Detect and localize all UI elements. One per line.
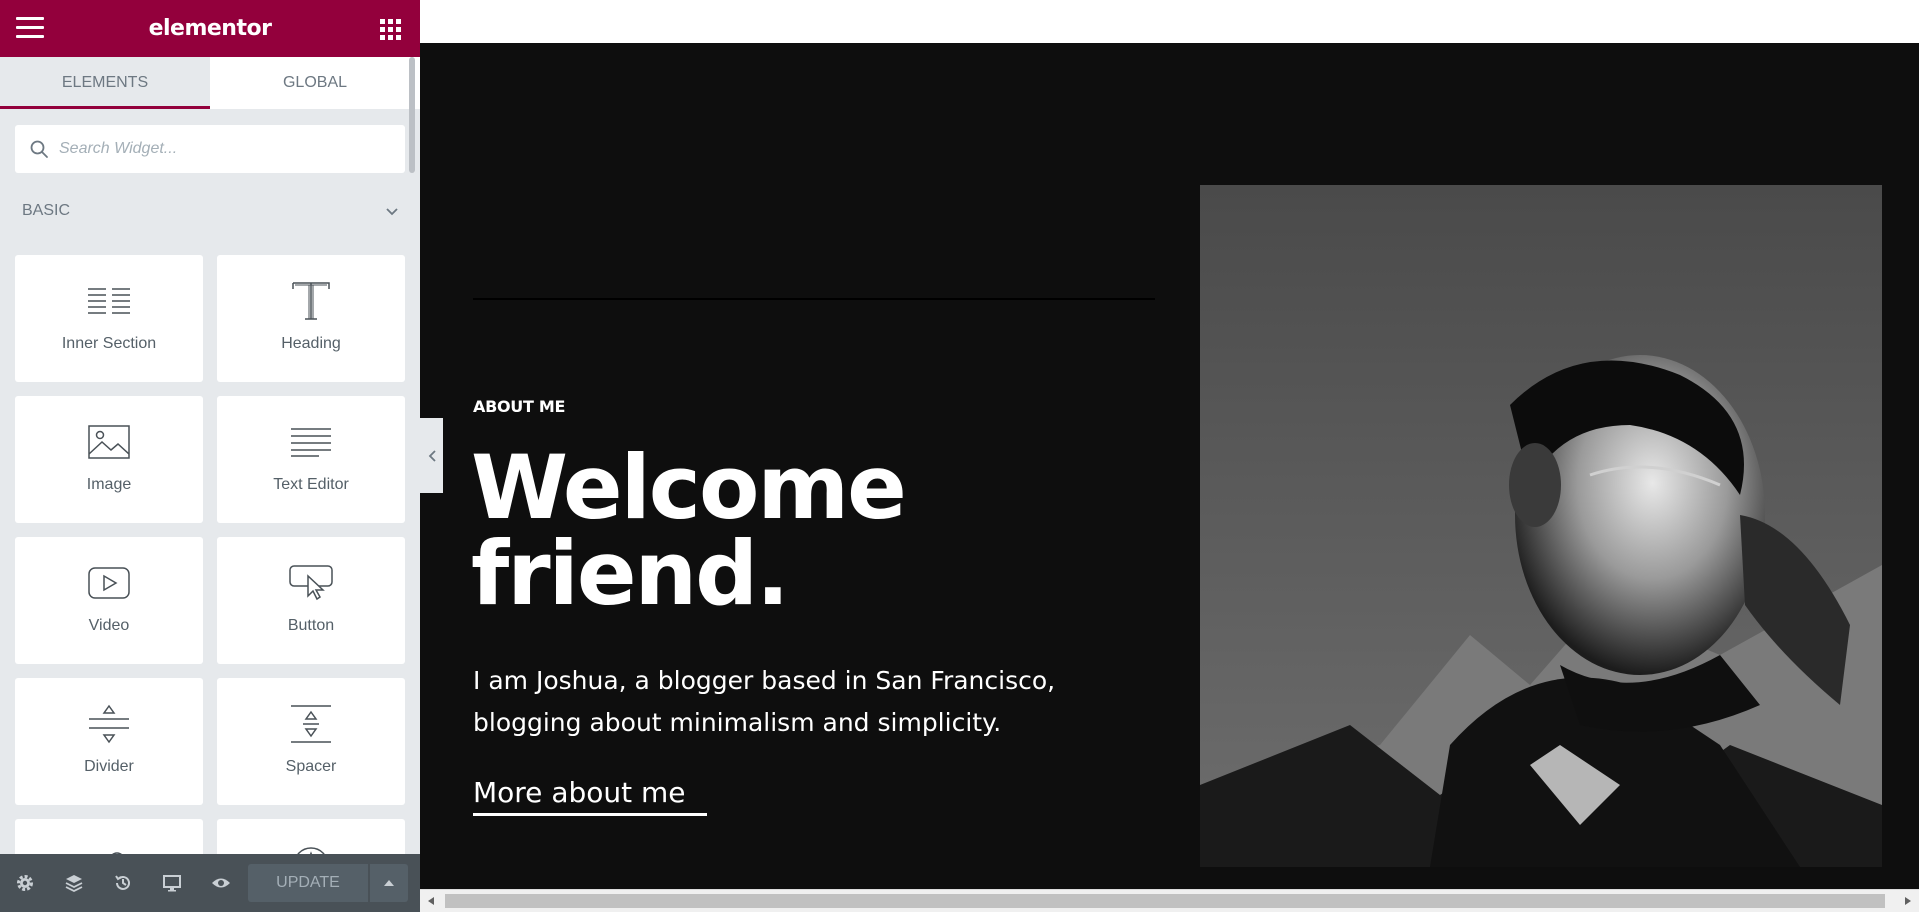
spacer-icon (291, 705, 331, 743)
widget-text-editor[interactable]: Text Editor (217, 396, 405, 523)
panel-scrollbar[interactable] (409, 57, 415, 173)
navigator-layers-icon (65, 875, 82, 893)
image-icon (88, 425, 130, 459)
panel-header: elementor (0, 0, 420, 57)
settings-button[interactable] (0, 854, 49, 912)
widget-inner-section[interactable]: Inner Section (15, 255, 203, 382)
widget-heading[interactable]: Heading (217, 255, 405, 382)
more-about-me-link[interactable]: More about me (473, 776, 707, 816)
widgets-grid-icon[interactable] (380, 19, 401, 40)
responsive-desktop-icon (162, 875, 181, 892)
widget-image[interactable]: Image (15, 396, 203, 523)
category-title: BASIC (22, 202, 71, 219)
about-eyebrow: ABOUT ME (473, 397, 566, 416)
navigator-button[interactable] (49, 854, 98, 912)
caret-up-icon (384, 880, 394, 886)
widget-label: Inner Section (61, 335, 157, 352)
update-button[interactable]: UPDATE (248, 864, 368, 902)
inner-section-icon (88, 288, 130, 314)
scroll-left-button[interactable] (420, 890, 442, 912)
horizontal-scrollbar[interactable] (420, 889, 1919, 912)
category-basic-toggle[interactable]: BASIC (22, 199, 400, 223)
panel-collapse-toggle[interactable] (420, 418, 443, 493)
save-options-button[interactable] (370, 864, 408, 902)
history-icon (114, 875, 130, 890)
panel-footer: UPDATE (0, 854, 420, 912)
hamburger-menu-icon[interactable] (16, 17, 44, 39)
widget-label: Spacer (285, 758, 337, 775)
section-divider (473, 298, 1155, 300)
widget-button[interactable]: Button (217, 537, 405, 664)
search-icon (30, 140, 48, 158)
widget-label: Divider (84, 758, 134, 775)
video-icon (88, 567, 130, 599)
panel-tabs: ELEMENTS GLOBAL (0, 57, 420, 109)
chevron-down-icon (386, 208, 398, 216)
headline-line-2: friend. (471, 522, 790, 625)
portrait-photo-graphic (1200, 185, 1882, 867)
intro-paragraph: I am Joshua, a blogger based in San Fran… (473, 666, 1056, 737)
widget-label: Button (287, 617, 335, 634)
tab-global[interactable]: GLOBAL (210, 57, 420, 109)
scroll-right-button[interactable] (1897, 890, 1919, 912)
search-box (15, 125, 405, 173)
widget-divider[interactable]: Divider (15, 678, 203, 805)
widget-label: Image (86, 476, 132, 493)
tab-elements[interactable]: ELEMENTS (0, 57, 210, 109)
widget-label: Video (88, 617, 130, 634)
headline-line-1: Welcome (471, 436, 907, 539)
editor-panel: elementor ELEMENTS GLOBAL BASIC Inner Se… (0, 0, 420, 912)
divider-icon (89, 704, 129, 744)
preview-button[interactable] (196, 854, 245, 912)
elementor-logo: elementor (148, 16, 272, 41)
settings-icon (16, 875, 33, 891)
widget-video[interactable]: Video (15, 537, 203, 664)
arrow-left-icon (428, 897, 434, 905)
text-editor-icon (291, 428, 331, 457)
history-button[interactable] (98, 854, 147, 912)
widget-label: Text Editor (273, 476, 349, 493)
search-widget-input[interactable] (59, 140, 379, 158)
page-headline: Welcome friend. (471, 436, 1031, 625)
button-icon (289, 565, 333, 601)
preview-eye-icon (211, 878, 230, 888)
chevron-left-icon (428, 449, 436, 462)
portrait-image (1200, 185, 1882, 867)
scrollbar-thumb[interactable] (445, 894, 1885, 908)
page-preview: ABOUT ME Welcome friend. I am Joshua, a … (420, 0, 1919, 912)
widget-label: Heading (281, 335, 341, 352)
arrow-right-icon (1905, 897, 1911, 905)
heading-icon (292, 282, 330, 320)
responsive-mode-button[interactable] (147, 854, 196, 912)
widget-spacer[interactable]: Spacer (217, 678, 405, 805)
widgets-grid: Inner Section Heading Image Text Editor (15, 255, 405, 912)
